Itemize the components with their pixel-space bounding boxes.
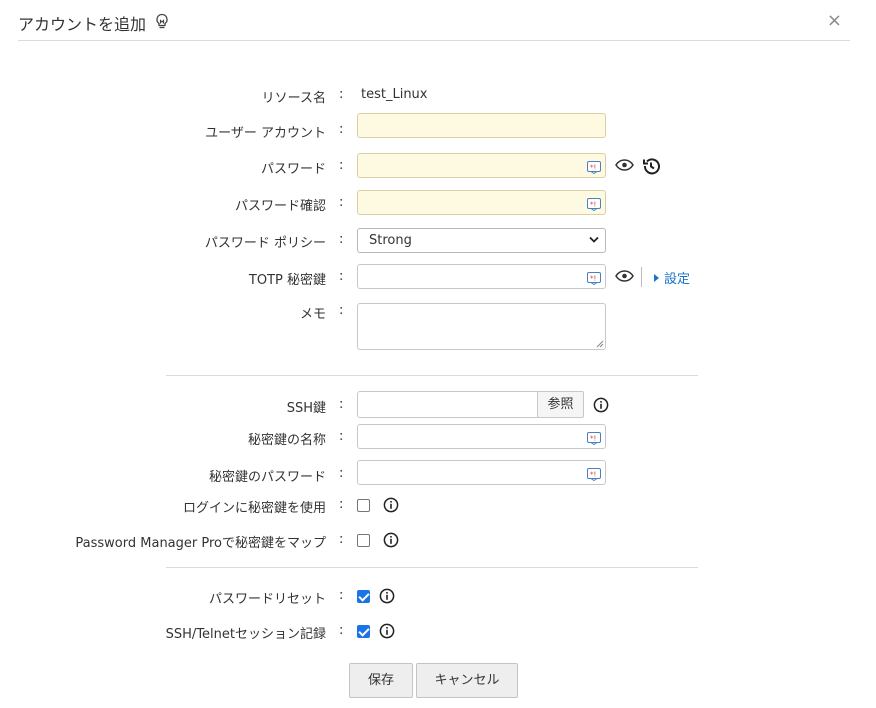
totp-settings-label: 設定 xyxy=(664,272,691,287)
user-account-label: ユーザー アカウント xyxy=(205,126,326,141)
password-manager-icon[interactable]: *! xyxy=(587,467,601,481)
svg-text:*!: *! xyxy=(590,201,596,209)
private-key-name-label: 秘密鍵の名称 xyxy=(247,433,326,448)
resource-name-value: test_Linux xyxy=(361,87,428,102)
dialog-title: アカウントを追加 xyxy=(18,15,147,34)
colon: : xyxy=(339,466,344,481)
colon: : xyxy=(339,122,344,137)
password-manager-icon[interactable]: *! xyxy=(587,160,601,174)
section-divider xyxy=(166,567,698,568)
info-icon[interactable] xyxy=(593,397,609,413)
info-icon[interactable] xyxy=(383,532,399,548)
info-icon[interactable] xyxy=(383,497,399,513)
session-recording-checkbox[interactable] xyxy=(357,625,370,638)
password-confirm-input[interactable]: *! xyxy=(357,190,606,215)
session-recording-label: SSH/Telnetセッション記録 xyxy=(165,627,326,642)
password-input[interactable]: *! xyxy=(357,153,606,178)
colon: : xyxy=(339,195,344,210)
colon: : xyxy=(339,158,344,173)
eye-icon[interactable] xyxy=(615,270,634,282)
colon: : xyxy=(339,623,344,638)
svg-text:*!: *! xyxy=(590,164,596,172)
map-private-key-checkbox[interactable] xyxy=(357,534,370,547)
resource-name-label: リソース名 xyxy=(261,91,326,106)
password-manager-icon[interactable]: *! xyxy=(587,271,601,285)
generate-password-icon[interactable] xyxy=(643,157,661,175)
use-private-key-checkbox[interactable] xyxy=(357,499,370,512)
map-private-key-label: Password Manager Proで秘密鍵をマップ xyxy=(75,536,326,551)
svg-text:*!: *! xyxy=(590,471,596,479)
password-reset-label: パスワードリセット xyxy=(208,592,326,607)
info-icon[interactable] xyxy=(379,588,395,604)
totp-secret-input[interactable]: *! xyxy=(357,264,606,289)
colon: : xyxy=(339,588,344,603)
private-key-password-input[interactable]: *! xyxy=(357,460,606,485)
totp-settings-link[interactable]: 設定 xyxy=(654,268,690,287)
colon: : xyxy=(339,397,344,412)
colon: : xyxy=(339,232,344,247)
close-icon[interactable]: × xyxy=(827,10,842,31)
private-key-name-input[interactable]: *! xyxy=(357,424,606,449)
dialog-title-wrap: アカウントを追加 xyxy=(18,11,169,36)
password-manager-icon[interactable]: *! xyxy=(587,431,601,445)
memo-label: メモ xyxy=(299,307,326,322)
ssh-key-label: SSH鍵 xyxy=(286,401,326,416)
password-label: パスワード xyxy=(260,162,326,177)
colon: : xyxy=(339,429,344,444)
caret-right-icon xyxy=(654,274,659,282)
private-key-password-label: 秘密鍵のパスワード xyxy=(208,470,326,485)
user-account-input[interactable] xyxy=(357,113,606,138)
totp-label: TOTP 秘密鍵 xyxy=(248,273,326,288)
svg-text:*!: *! xyxy=(590,275,596,283)
use-private-key-label: ログインに秘密鍵を使用 xyxy=(182,501,326,516)
colon: : xyxy=(339,87,344,102)
password-policy-value: Strong xyxy=(369,233,412,248)
svg-text:*!: *! xyxy=(590,435,596,443)
memo-textarea[interactable] xyxy=(357,303,606,350)
password-policy-label: パスワード ポリシー xyxy=(204,236,326,251)
password-manager-icon[interactable]: *! xyxy=(587,197,601,211)
colon: : xyxy=(339,532,344,547)
resize-grip-icon[interactable] xyxy=(596,340,604,348)
eye-icon[interactable] xyxy=(615,159,634,171)
browse-button[interactable]: 参照 xyxy=(537,391,584,418)
password-confirm-label: パスワード確認 xyxy=(234,199,326,214)
colon: : xyxy=(339,497,344,512)
save-button[interactable]: 保存 xyxy=(349,663,413,698)
divider xyxy=(641,267,642,287)
colon: : xyxy=(339,303,344,318)
colon: : xyxy=(339,269,344,284)
chevron-down-icon xyxy=(589,236,599,243)
dialog-header: アカウントを追加 × xyxy=(18,10,850,41)
section-divider xyxy=(166,375,698,376)
password-reset-checkbox[interactable] xyxy=(357,590,370,603)
ssh-key-file-input[interactable] xyxy=(357,391,538,418)
cancel-button[interactable]: キャンセル xyxy=(416,663,518,698)
password-policy-select[interactable]: Strong xyxy=(357,228,606,253)
info-icon[interactable] xyxy=(379,623,395,639)
lightbulb-icon[interactable] xyxy=(155,13,169,34)
